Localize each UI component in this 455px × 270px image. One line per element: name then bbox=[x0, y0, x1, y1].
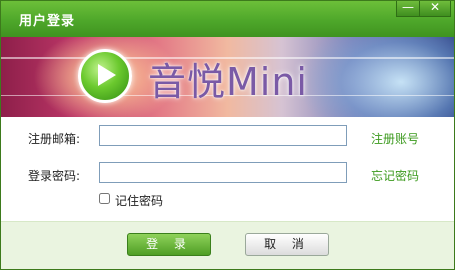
email-label: 注册邮箱: bbox=[28, 132, 81, 146]
email-field[interactable] bbox=[99, 125, 347, 146]
window-title: 用户登录 bbox=[19, 14, 76, 29]
app-logo bbox=[78, 49, 132, 103]
forgot-password-link[interactable]: 忘记密码 bbox=[371, 167, 419, 184]
play-icon bbox=[98, 64, 116, 86]
title-bar[interactable]: 用户登录 — ✕ bbox=[1, 1, 454, 37]
close-button[interactable]: ✕ bbox=[419, 1, 451, 17]
register-link[interactable]: 注册账号 bbox=[371, 130, 419, 147]
remember-password-label[interactable]: 记住密码 bbox=[115, 192, 163, 209]
button-bar: 登 录 取 消 bbox=[1, 221, 454, 269]
password-label: 登录密码: bbox=[28, 169, 81, 183]
minimize-button[interactable]: — bbox=[396, 1, 420, 17]
login-button[interactable]: 登 录 bbox=[127, 233, 211, 256]
banner: 音悦Mini bbox=[1, 37, 454, 117]
password-field[interactable] bbox=[99, 162, 347, 183]
cancel-button[interactable]: 取 消 bbox=[245, 233, 329, 256]
brand-name: 音悦Mini bbox=[148, 60, 308, 104]
login-window: 用户登录 — ✕ 音悦Mini 注册邮箱: 注册账号 登录密码: 忘记密码 记住… bbox=[0, 0, 455, 270]
remember-password-checkbox[interactable] bbox=[99, 193, 110, 204]
